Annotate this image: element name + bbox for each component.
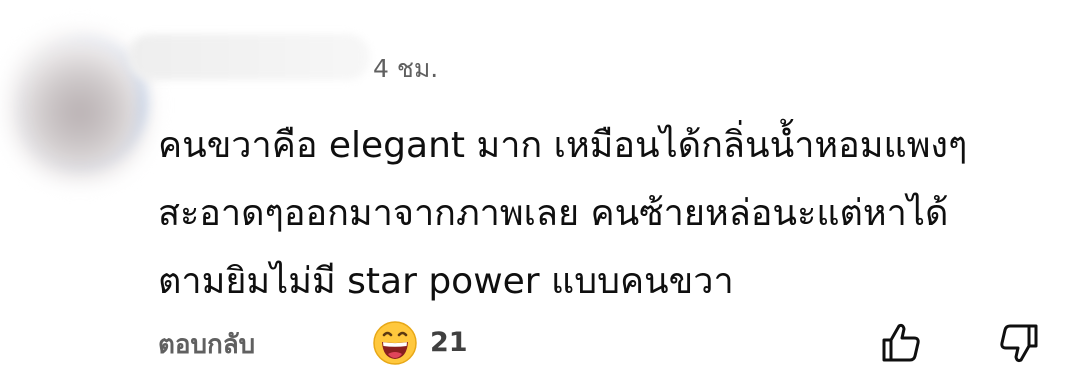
comment-text-line: คนขวาคือ elegant มาก เหมือนได้กลิ่นน้ำหอ… — [158, 125, 968, 166]
comment-text-line: สะอาดๆออกมาจากภาพเลย คนซ้ายหล่อนะแต่หาได… — [158, 193, 949, 234]
comment-text: คนขวาคือ elegant มาก เหมือนได้กลิ่นน้ำหอ… — [158, 112, 1058, 316]
reply-button[interactable]: ตอบกลับ — [158, 328, 255, 362]
comment-timestamp[interactable]: 4 ชม. — [373, 54, 438, 84]
grinning-face-emoji-icon — [372, 320, 418, 366]
comment-text-line: ตามยิมไม่มี star power แบบคนขวา — [158, 261, 734, 302]
like-button[interactable] — [878, 320, 924, 366]
reaction-summary[interactable]: 21 — [372, 320, 468, 366]
comment-actions-bar: ตอบกลับ 21 — [0, 312, 1080, 372]
dislike-button[interactable] — [996, 320, 1042, 366]
thumbs-down-icon — [996, 324, 1042, 370]
reaction-count: 21 — [430, 327, 468, 358]
thumbs-up-icon — [878, 323, 924, 370]
username-blurred[interactable] — [128, 34, 370, 80]
comment-thread: 4 ชม. คนขวาคือ elegant มาก เหมือนได้กลิ่… — [0, 0, 1080, 382]
